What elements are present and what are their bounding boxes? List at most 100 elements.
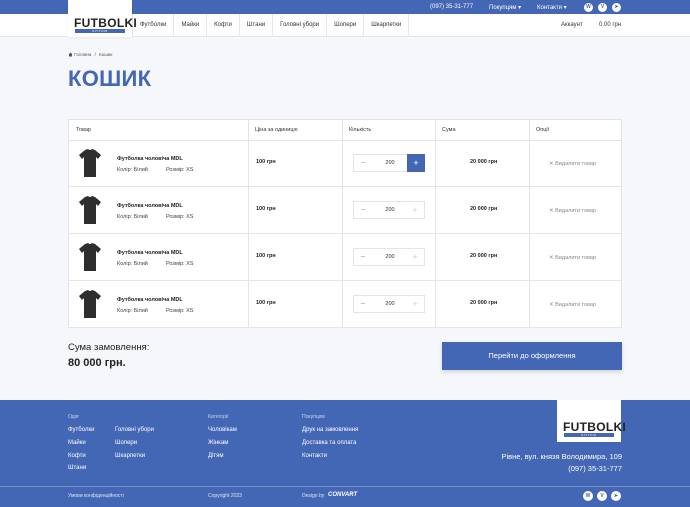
- footer-link-socks[interactable]: Шкарпетки: [115, 453, 145, 459]
- line-sum: 20 000 грн: [470, 206, 498, 212]
- breadcrumb-current: Кошик: [99, 52, 113, 57]
- product-name[interactable]: Футболка чоловіча MDL: [117, 250, 183, 256]
- cart-row: Футболка чоловіча MDL Колір: Білий Розмі…: [69, 282, 621, 328]
- quantity-stepper: − 200 +: [353, 201, 425, 219]
- order-total-value: 80 000 грн.: [68, 357, 126, 369]
- product-name[interactable]: Футболка чоловіча MDL: [117, 156, 183, 162]
- quantity-stepper: − 200 +: [353, 295, 425, 313]
- product-name[interactable]: Футболка чоловіча MDL: [117, 297, 183, 303]
- decrease-quantity-button[interactable]: −: [354, 249, 372, 265]
- logo-text: FUTBOLKI: [563, 420, 627, 434]
- whatsapp-icon[interactable]: W: [584, 3, 593, 12]
- cart-row: Футболка чоловіча MDL Колір: Білий Розмі…: [69, 188, 621, 234]
- unit-price: 100 грн: [256, 206, 276, 212]
- home-icon: [68, 52, 73, 57]
- product-size: Розмір: XS: [166, 261, 194, 267]
- footer-link-custom-print[interactable]: Друк на замовлення: [302, 427, 358, 433]
- product-image[interactable]: [77, 193, 103, 227]
- remove-item-label: Видалити товар: [555, 208, 597, 214]
- unit-price: 100 грн: [256, 253, 276, 259]
- cart-table-header: Товар Ціна за одиницю Кількість Сума Опц…: [69, 120, 621, 141]
- quantity-input[interactable]: 200: [372, 249, 408, 265]
- footer-link-tanks[interactable]: Майки: [68, 440, 86, 446]
- line-sum: 20 000 грн: [470, 159, 498, 165]
- viber-icon[interactable]: V: [597, 491, 607, 501]
- nav-item-headwear[interactable]: Головні убори: [273, 14, 328, 37]
- telegram-icon[interactable]: ➤: [612, 3, 621, 12]
- main-nav: Футболки Майки Кофти Штани Головні убори…: [132, 14, 410, 37]
- remove-item-label: Видалити товар: [555, 302, 597, 308]
- footer-link-delivery[interactable]: Доставка та оплата: [302, 440, 356, 446]
- decrease-quantity-button[interactable]: −: [354, 202, 372, 218]
- footer-link-headwear[interactable]: Головні убори: [115, 427, 154, 433]
- product-size: Розмір: XS: [166, 167, 194, 173]
- nav-item-pants[interactable]: Штани: [240, 14, 274, 37]
- nav-item-socks[interactable]: Шкарпетки: [364, 14, 410, 37]
- site-footer: Одяг Футболки Майки Кофти Штани Головні …: [0, 400, 690, 507]
- nav-item-tshirts[interactable]: Футболки: [132, 14, 175, 37]
- column-header-options: Опції: [536, 127, 550, 133]
- remove-item-label: Видалити товар: [555, 161, 597, 167]
- column-header-unit-price: Ціна за одиницю: [255, 127, 298, 133]
- footer-clothes-heading: Одяг: [68, 414, 80, 420]
- copyright-text: Copyright 2023: [208, 493, 242, 499]
- footer-link-hoodies[interactable]: Кофти: [68, 453, 86, 459]
- product-size: Розмір: XS: [166, 214, 194, 220]
- checkout-button[interactable]: Перейти до оформлення: [442, 342, 622, 370]
- quantity-input[interactable]: 200: [372, 202, 408, 218]
- close-icon: ✕: [549, 302, 554, 308]
- topbar-phone-link[interactable]: (097) 35-31-777: [430, 4, 473, 10]
- remove-item-button[interactable]: ✕ Видалити товар: [549, 161, 596, 167]
- footer-logo[interactable]: FUTBOLKI ОПТОМ: [557, 400, 626, 442]
- increase-quantity-button[interactable]: +: [406, 296, 424, 312]
- product-name[interactable]: Футболка чоловіча MDL: [117, 203, 183, 209]
- nav-item-tanks[interactable]: Майки: [174, 14, 208, 37]
- column-header-quantity: Кількість: [349, 127, 372, 133]
- footer-categories-heading: Категорії: [208, 414, 229, 420]
- quantity-input[interactable]: 200: [372, 296, 408, 312]
- footer-divider: [0, 486, 690, 487]
- topbar-contacts-menu[interactable]: Контакти ▾: [537, 4, 567, 11]
- increase-quantity-button[interactable]: +: [406, 249, 424, 265]
- topbar-buyers-menu[interactable]: Покупцям ▾: [489, 4, 521, 11]
- header-cart-total[interactable]: 0.00 грн: [599, 14, 621, 37]
- footer-link-men[interactable]: Чоловікам: [208, 427, 237, 433]
- decrease-quantity-button[interactable]: −: [354, 296, 372, 312]
- increase-quantity-button[interactable]: +: [407, 154, 425, 172]
- line-sum: 20 000 грн: [470, 253, 498, 259]
- privacy-link[interactable]: Умови конфіденційності: [68, 493, 124, 499]
- increase-quantity-button[interactable]: +: [406, 202, 424, 218]
- remove-item-button[interactable]: ✕ Видалити товар: [549, 255, 596, 261]
- account-link[interactable]: Аккаунт: [561, 14, 583, 37]
- order-total-label: Сума замовлення:: [68, 342, 150, 353]
- product-image[interactable]: [77, 287, 103, 321]
- footer-link-contacts[interactable]: Контакти: [302, 453, 327, 459]
- nav-item-shoppers[interactable]: Шопери: [327, 14, 365, 37]
- viber-icon[interactable]: V: [598, 3, 607, 12]
- remove-item-button[interactable]: ✕ Видалити товар: [549, 208, 596, 214]
- footer-link-women[interactable]: Жінкам: [208, 440, 228, 446]
- decrease-quantity-button[interactable]: −: [354, 155, 372, 171]
- footer-link-kids[interactable]: Дітям: [208, 453, 224, 459]
- telegram-icon[interactable]: ➤: [611, 491, 621, 501]
- nav-item-hoodies[interactable]: Кофти: [207, 14, 240, 37]
- product-color: Колір: Білий: [117, 261, 148, 267]
- site-logo[interactable]: FUTBOLKI ОПТОМ: [68, 0, 137, 37]
- design-brand-logo[interactable]: CONVART: [328, 492, 357, 498]
- cart-row: Футболка чоловіча MDL Колір: Білий Розмі…: [69, 235, 621, 281]
- line-sum: 20 000 грн: [470, 300, 498, 306]
- footer-link-tshirts[interactable]: Футболки: [68, 427, 94, 433]
- footer-link-shoppers[interactable]: Шопери: [115, 440, 137, 446]
- product-image[interactable]: [77, 146, 103, 180]
- unit-price: 100 грн: [256, 300, 276, 306]
- close-icon: ✕: [549, 208, 554, 214]
- logo-subtitle: ОПТОМ: [75, 29, 125, 33]
- remove-item-button[interactable]: ✕ Видалити товар: [549, 302, 596, 308]
- breadcrumb-home[interactable]: Головна: [74, 52, 91, 57]
- product-image[interactable]: [77, 240, 103, 274]
- footer-phone[interactable]: (097) 35-31-777: [568, 464, 622, 473]
- quantity-input[interactable]: 200: [372, 155, 408, 171]
- footer-address: Рівне, вул. князя Володимира, 109: [501, 452, 622, 461]
- whatsapp-icon[interactable]: W: [583, 491, 593, 501]
- footer-link-pants[interactable]: Штани: [68, 465, 86, 471]
